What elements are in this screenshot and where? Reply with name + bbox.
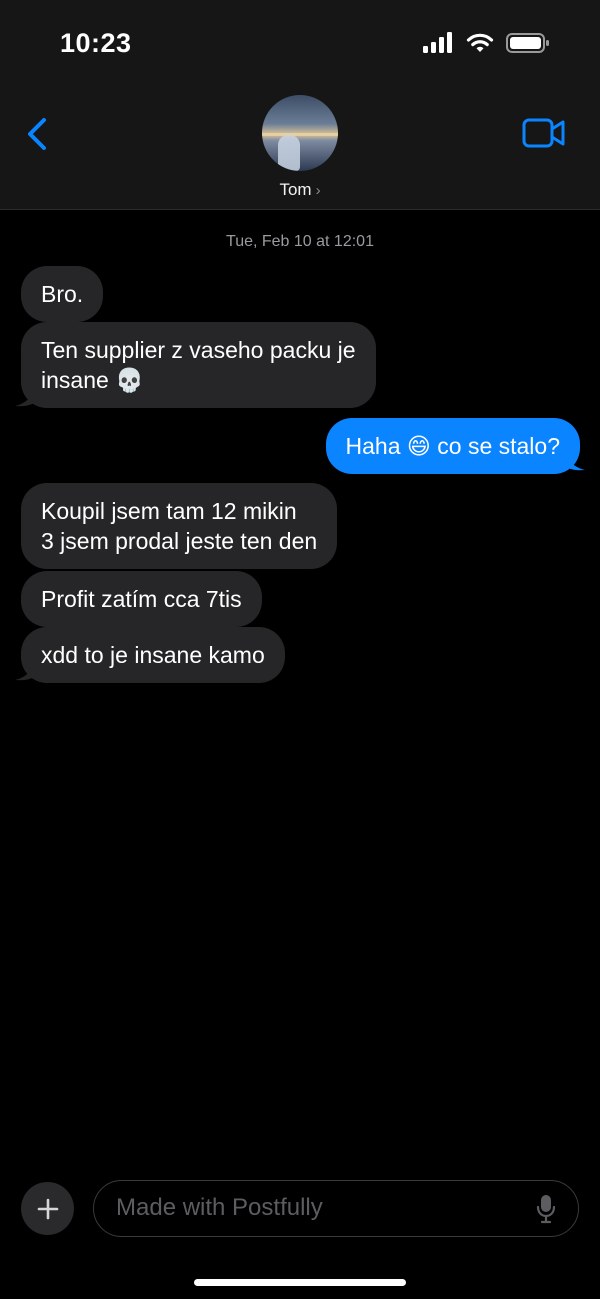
wifi-icon — [466, 33, 494, 52]
incoming-message-bubble[interactable]: Bro. — [21, 266, 104, 322]
cellular-signal-icon — [423, 32, 452, 53]
chevron-left-icon — [28, 118, 46, 150]
status-time: 10:23 — [60, 28, 132, 58]
contact-name-button[interactable]: Tom › — [0, 180, 600, 200]
plus-icon — [37, 1198, 58, 1219]
messages-screen: 10:23 Tom › Tue, Feb 10 at 12:01 Bro. Te… — [0, 0, 600, 1299]
conversation-header: 10:23 Tom › — [0, 0, 600, 210]
incoming-message-bubble[interactable]: xdd to je insane kamo — [21, 627, 285, 683]
video-camera-icon — [522, 118, 565, 148]
incoming-message-bubble[interactable]: Koupil jsem tam 12 mikin 3 jsem prodal j… — [21, 483, 338, 569]
bubble-tail — [15, 660, 39, 681]
message-input-placeholder: Made with Postfully — [116, 1194, 323, 1221]
add-attachment-button[interactable] — [21, 1182, 74, 1235]
message-input[interactable]: Made with Postfully — [93, 1180, 579, 1237]
outgoing-message-bubble[interactable]: Haha 😄 co se stalo? — [325, 418, 580, 474]
chevron-right-icon: › — [315, 182, 321, 199]
message-timestamp: Tue, Feb 10 at 12:01 — [226, 233, 374, 250]
microphone-icon[interactable] — [536, 1194, 556, 1224]
incoming-message-bubble[interactable]: Profit zatím cca 7tis — [21, 571, 262, 627]
home-indicator[interactable] — [194, 1279, 406, 1286]
back-button[interactable] — [22, 114, 52, 154]
incoming-message-bubble[interactable]: Ten supplier z vaseho packu je insane 💀 — [21, 322, 376, 408]
status-icons — [422, 32, 550, 54]
facetime-video-button[interactable] — [522, 117, 566, 149]
bubble-tail — [15, 386, 39, 407]
battery-icon — [506, 33, 549, 53]
contact-avatar[interactable] — [262, 95, 338, 171]
contact-name: Tom — [279, 180, 312, 199]
bubble-tail — [561, 450, 585, 471]
